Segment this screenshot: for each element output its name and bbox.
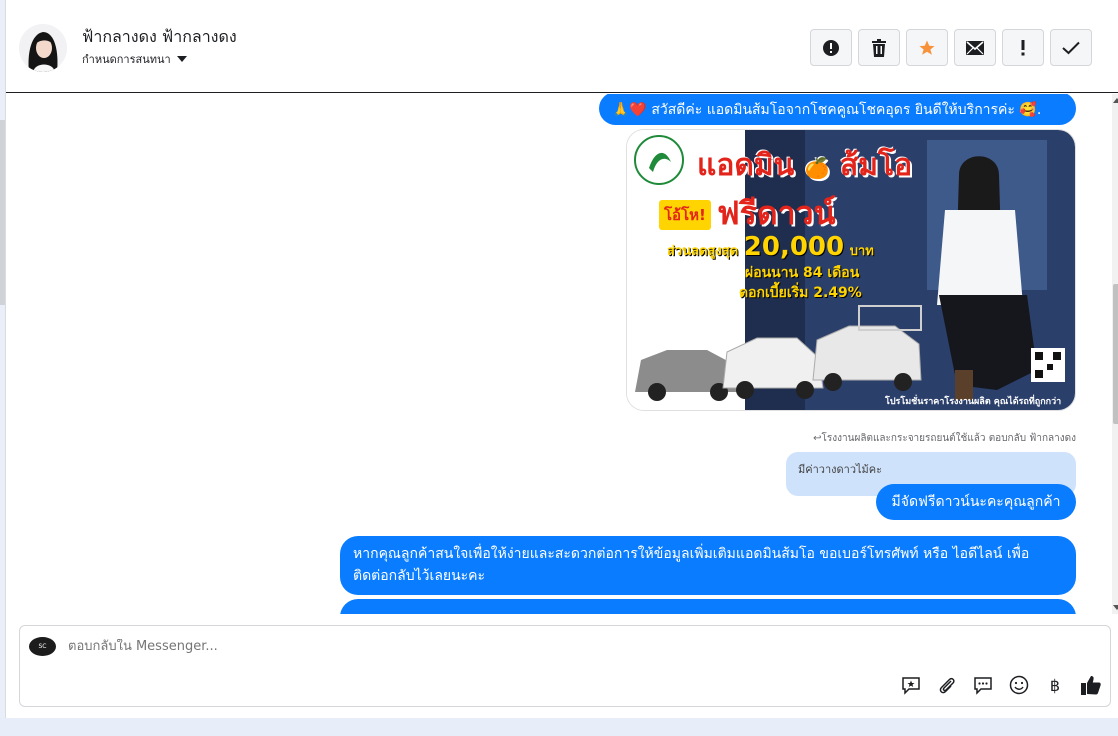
page-footer-band — [0, 718, 1118, 736]
emoji-button[interactable] — [1006, 673, 1032, 697]
message-list[interactable]: 🙏❤️ สวัสดีค่ะ แอดมินส้มโอจากโชคคูณโชคอุด… — [6, 94, 1112, 614]
emoji-icon — [1009, 675, 1029, 695]
mark-unread-button[interactable] — [954, 29, 996, 66]
message-greeting: 🙏❤️ สวัสดีค่ะ แอดมินส้มโอจากโชคคูณโชคอุด… — [599, 94, 1076, 125]
assign-conversation-dropdown[interactable]: กำหนดการสนทนา — [82, 50, 187, 68]
reply-composer: SC ฿ — [19, 625, 1111, 707]
scroll-thumb[interactable] — [1113, 284, 1118, 424]
delete-button[interactable] — [858, 29, 900, 66]
alert-circle-icon — [823, 39, 839, 56]
mark-spam-button[interactable] — [810, 29, 852, 66]
mark-done-button[interactable] — [1050, 29, 1092, 66]
baht-icon: ฿ — [1049, 675, 1061, 695]
message-truncated — [340, 599, 1076, 614]
promo-discount: ส่วนลดสูงสุด 20,000 บาท — [667, 232, 874, 262]
reply-meta: ↩โรงงานผลิตและกระจายรถยนต์ใช้แล้ว ตอบกลั… — [813, 433, 1076, 444]
envelope-icon — [966, 40, 984, 55]
saved-replies-button[interactable] — [898, 673, 924, 697]
orange-icon: 🍊 — [804, 156, 830, 180]
page-avatar: SC — [29, 637, 56, 656]
scroll-down-arrow-icon[interactable] — [1113, 605, 1118, 610]
composer-tools: ฿ — [898, 673, 1104, 697]
promo-image[interactable]: แอดมิน 🍊 ส้มโอ โอ้โห! ฟรีดาวน์ ส่วนลดสูง… — [626, 129, 1076, 411]
payment-button[interactable]: ฿ — [1042, 673, 1068, 697]
assign-label: กำหนดการสนทนา — [82, 53, 171, 66]
promo-headline: แอดมิน 🍊 ส้มโอ — [697, 148, 913, 183]
chat-scrollbar[interactable] — [1112, 94, 1118, 614]
star-icon — [919, 40, 935, 55]
header-actions — [810, 29, 1092, 66]
promo-tag: โอ้โห! — [659, 200, 711, 230]
promo-installment: ผ่อนนาน 84 เดือน — [745, 265, 860, 281]
follow-up-button[interactable] — [1002, 29, 1044, 66]
caret-down-icon — [176, 56, 187, 62]
paperclip-icon — [939, 677, 955, 694]
like-button[interactable] — [1078, 673, 1104, 697]
thumbs-up-icon — [1081, 676, 1101, 695]
check-icon — [1062, 41, 1080, 54]
contact-avatar[interactable] — [19, 24, 67, 72]
exclamation-icon — [1021, 39, 1025, 55]
trash-icon — [872, 38, 886, 57]
message-answer: มีจัดฟรีดาวน์นะคะคุณลูกค้า — [876, 484, 1076, 520]
scroll-up-arrow-icon[interactable] — [1113, 98, 1118, 103]
quick-reply-button[interactable] — [970, 673, 996, 697]
contact-name: ฟ้ากลางดง ฟ้ากลางดง — [82, 27, 237, 46]
chat-bubble-icon — [974, 677, 992, 695]
attach-button[interactable] — [934, 673, 960, 697]
promo-interest: ดอกเบี้ยเริ่ม 2.49% — [739, 285, 862, 301]
message-info-request: หากคุณลูกค้าสนใจเพื่อให้ง่ายและสะดวกต่อก… — [340, 536, 1076, 595]
saved-reply-icon — [902, 677, 920, 695]
star-button[interactable] — [906, 29, 948, 66]
reply-input[interactable] — [68, 639, 868, 654]
conversation-panel: ฟ้ากลางดง ฟ้ากลางดง กำหนดการสนทนา 🙏❤️ สว… — [5, 0, 1118, 718]
promo-footer: โปรโมชั่นราคาโรงงานผลิต คุณได้รถที่ถูกกว… — [885, 397, 1062, 407]
conversation-header: ฟ้ากลางดง ฟ้ากลางดง กำหนดการสนทนา — [6, 0, 1118, 93]
